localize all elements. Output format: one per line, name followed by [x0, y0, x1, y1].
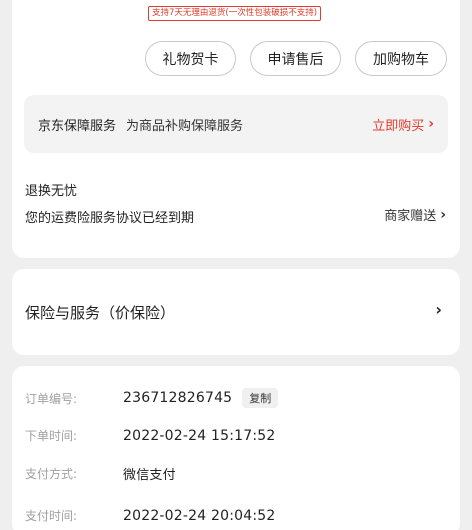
payment-method-label: 支付方式:	[25, 467, 78, 481]
order-time-value: 2022-02-24 15:17:52	[123, 427, 276, 444]
insurance-service-row[interactable]: 保险与服务（价保险） ›	[12, 269, 460, 355]
payment-time-label: 支付时间:	[25, 509, 78, 523]
add-to-cart-button[interactable]: 加购物车	[355, 41, 447, 76]
copy-button[interactable]: 复制	[242, 388, 279, 408]
payment-method-value: 微信支付	[123, 468, 176, 483]
payment-time-row: 支付时间: 2022-02-24 20:04:52	[25, 507, 276, 524]
payment-method-row: 支付方式: 微信支付	[25, 464, 176, 483]
apply-after-sale-button[interactable]: 申请售后	[250, 41, 341, 76]
order-number-row: 订单编号: 236712826745 复制	[25, 388, 279, 408]
order-actions-card: 支持7天无理由退货(一次性包装破损不支持) 礼物贺卡 申请售后 加购物车 京东保…	[12, 0, 460, 258]
order-time-label: 下单时间:	[25, 429, 78, 443]
jd-service-title: 京东保障服务	[38, 118, 117, 134]
jd-protection-service-row[interactable]: 京东保障服务 为商品补购保障服务 立即购买 ›	[24, 95, 448, 153]
return-worry-free-title: 退换无忧	[25, 184, 78, 199]
merchant-gift-label: 商家赠送	[384, 209, 437, 224]
buy-now-label: 立即购买	[372, 118, 425, 134]
order-info-card: 订单编号: 236712826745 复制 下单时间: 2022-02-24 1…	[12, 366, 460, 530]
return-policy-note: 支持7天无理由退货(一次性包装破损不支持)	[148, 6, 322, 21]
order-number-label: 订单编号:	[25, 391, 78, 406]
merchant-gift-link[interactable]: 商家赠送 ›	[384, 205, 446, 225]
chevron-right-icon: ›	[440, 206, 446, 223]
shipping-insurance-expired-text: 您的运费险服务协议已经到期	[25, 211, 195, 226]
order-number-value: 236712826745	[123, 390, 233, 406]
buy-now-link[interactable]: 立即购买 ›	[372, 115, 434, 134]
chevron-right-icon: ›	[428, 116, 434, 132]
insurance-service-label: 保险与服务（价保险）	[25, 304, 176, 322]
gift-card-button[interactable]: 礼物贺卡	[145, 41, 236, 76]
jd-service-subtitle: 为商品补购保障服务	[126, 118, 244, 134]
payment-time-value: 2022-02-24 20:04:52	[123, 507, 276, 524]
order-time-row: 下单时间: 2022-02-24 15:17:52	[25, 427, 276, 444]
chevron-right-icon: ›	[435, 300, 442, 319]
